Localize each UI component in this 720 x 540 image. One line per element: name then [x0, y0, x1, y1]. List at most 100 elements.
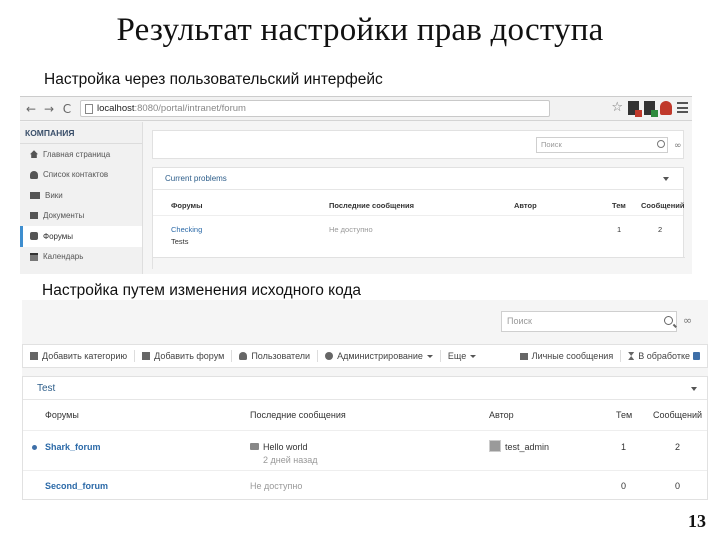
more-dropdown[interactable]: Еще [441, 351, 483, 361]
url-host: localhost [97, 103, 135, 114]
avatar [489, 440, 501, 452]
messages-count: 2 [658, 225, 663, 234]
sidebar-item-label: Календарь [43, 252, 84, 262]
company-header[interactable]: КОМПАНИЯ [20, 122, 142, 144]
messages-count: 2 [675, 442, 681, 452]
category-title[interactable]: Current problems [153, 168, 683, 190]
unread-dot-icon [32, 445, 37, 450]
link-icon[interactable]: ∞ [683, 314, 692, 327]
category-title-text: Test [37, 383, 56, 394]
sidebar-item-label: Список контактов [43, 170, 109, 180]
forum-toolbar: Добавить категорию Добавить форум Пользо… [22, 344, 708, 368]
user-icon [239, 352, 248, 360]
forum-link[interactable]: Shark_forum [45, 442, 101, 452]
pending-button[interactable]: В обработке [621, 351, 707, 361]
category-panel: Current problems Форумы Последние сообще… [152, 167, 685, 269]
url-path: :8080/portal/intranet/forum [134, 103, 246, 114]
gear-icon [325, 352, 334, 360]
slide-number: 13 [688, 511, 706, 531]
search-bar: Поиск ∞ [22, 308, 708, 336]
column-topics: Тем [616, 410, 633, 420]
forward-arrow-icon[interactable]: → [42, 101, 56, 117]
forum-icon [30, 232, 38, 241]
administration-label: Администрирование [337, 351, 423, 361]
documents-icon [30, 212, 38, 220]
search-input[interactable]: Поиск [536, 137, 668, 153]
search-input[interactable]: Поиск [501, 311, 677, 332]
private-messages-button[interactable]: Личные сообщения [513, 351, 621, 361]
messages-count: 0 [675, 481, 681, 491]
column-topics: Тем [612, 201, 626, 210]
add-category-button[interactable]: Добавить категорию [23, 351, 134, 361]
add-forum-button[interactable]: Добавить форум [135, 351, 231, 361]
browser-toolbar: ← → C localhost:8080/portal/intranet/for… [20, 97, 692, 121]
topics-count: 1 [621, 442, 627, 452]
screenshot-ui: ← → C localhost:8080/portal/intranet/for… [20, 96, 692, 274]
table-row: Shark_forum Hello world 2 дней назад tes… [23, 431, 707, 471]
caret-down-icon[interactable] [691, 387, 697, 391]
users-label: Пользователи [251, 351, 311, 361]
category-title-text: Current problems [165, 174, 227, 183]
sidebar-item-label: Документы [43, 211, 85, 221]
add-category-label: Добавить категорию [42, 351, 128, 361]
search-icon[interactable] [664, 316, 673, 325]
column-last-messages: Последние сообщения [329, 201, 415, 210]
forum-link[interactable]: Checking [171, 225, 202, 234]
screenshot-code: Поиск ∞ Добавить категорию Добавить фору… [22, 300, 708, 500]
administration-dropdown[interactable]: Администрирование [318, 351, 440, 361]
count-badge-icon [693, 352, 700, 360]
caret-down-icon[interactable] [663, 177, 669, 181]
sidebar-item-documents[interactable]: Документы [20, 206, 142, 227]
sidebar-item-home[interactable]: Главная страница [20, 144, 142, 165]
toolbar-right: Личные сообщения В обработке [513, 350, 707, 362]
add-forum-icon [142, 352, 151, 360]
column-forums: Форумы [45, 410, 79, 420]
author-link[interactable]: test_admin [505, 442, 549, 452]
slide-title: Результат настройки прав доступа [116, 12, 604, 48]
sidebar-item-calendar[interactable]: Календарь [20, 247, 142, 268]
column-author: Автор [489, 410, 514, 420]
sidebar-item-label: Главная страница [43, 149, 111, 159]
wiki-icon [30, 191, 40, 199]
menu-icon[interactable] [677, 102, 688, 113]
user-icon [30, 170, 38, 179]
column-messages: Сообщений [653, 410, 702, 420]
extension-icon[interactable] [644, 100, 658, 117]
users-button[interactable]: Пользователи [232, 351, 317, 361]
caption-ui-setup: Настройка через пользовательский интерфе… [44, 71, 383, 88]
last-message: Не доступно [250, 481, 303, 491]
sidebar-item-contacts[interactable]: Список контактов [20, 165, 142, 186]
column-author: Автор [514, 201, 537, 210]
reload-icon[interactable]: C [60, 101, 74, 117]
page-icon [85, 103, 93, 114]
sidebar-item-forums[interactable]: Форумы [20, 226, 142, 247]
home-icon [30, 150, 38, 159]
category-title[interactable]: Test [23, 377, 707, 400]
topics-count: 0 [621, 481, 627, 491]
sidebar-item-label: Вики [45, 190, 63, 200]
back-arrow-icon[interactable]: ← [24, 101, 38, 117]
table-header: Форумы Последние сообщения Автор Тем Соо… [153, 190, 685, 216]
extension-icon[interactable] [628, 100, 642, 117]
table-row: Checking Tests Не доступно 1 2 [153, 216, 683, 256]
topics-count: 1 [617, 225, 622, 234]
table-header: Форумы Последние сообщения Автор Тем Соо… [23, 400, 707, 431]
sidebar: КОМПАНИЯ Главная страница Список контакт… [20, 122, 143, 274]
category-panel: Test Форумы Последние сообщения Автор Те… [22, 376, 708, 500]
column-forums: Форумы [171, 201, 203, 210]
pending-label: В обработке [638, 351, 690, 361]
browser-extensions: ☆ [611, 100, 688, 117]
column-messages: Сообщений [641, 201, 685, 210]
sidebar-item-label: Форумы [43, 231, 74, 241]
search-icon[interactable] [657, 140, 665, 148]
link-icon[interactable]: ∞ [674, 141, 682, 151]
last-message-time: 2 дней назад [263, 455, 318, 465]
last-message-link[interactable]: Hello world [263, 442, 308, 452]
sidebar-item-wiki[interactable]: Вики [20, 185, 142, 206]
forum-main: Поиск ∞ Current problems Форумы Последни… [144, 122, 692, 274]
address-bar[interactable]: localhost:8080/portal/intranet/forum [80, 100, 550, 117]
bookmark-star-icon[interactable]: ☆ [611, 100, 623, 115]
profile-avatar-icon[interactable] [660, 100, 672, 115]
forum-link[interactable]: Second_forum [45, 481, 108, 491]
add-category-icon [30, 352, 38, 360]
